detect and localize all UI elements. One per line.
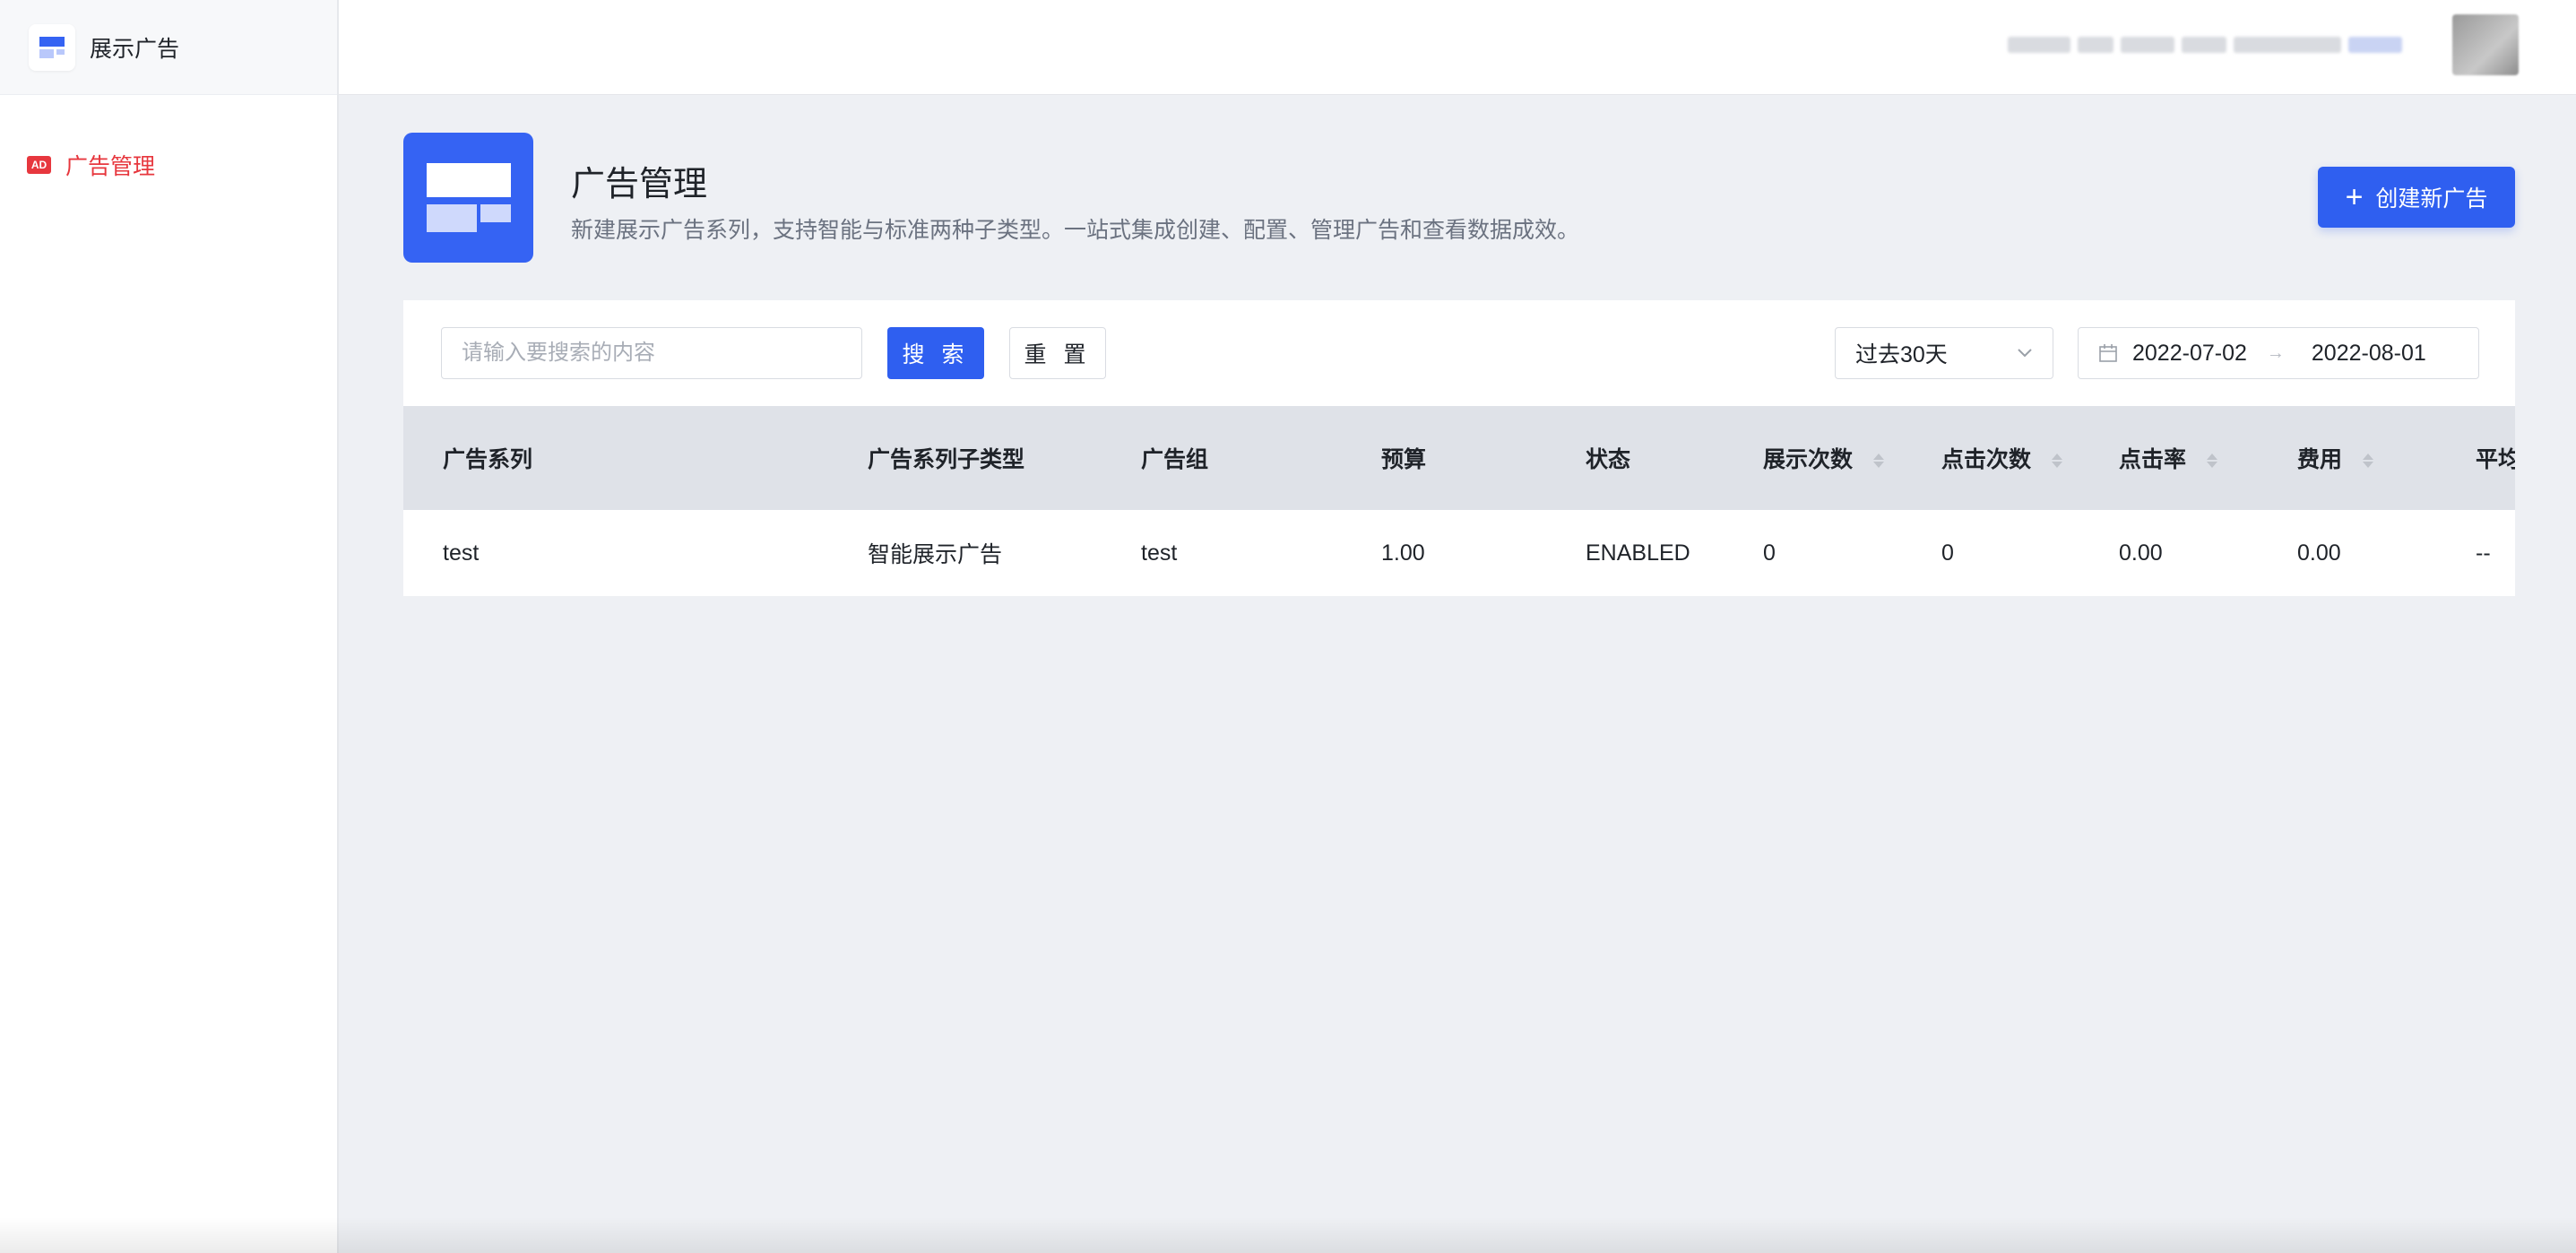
column-header-status: 状态 <box>1586 447 1631 472</box>
date-start[interactable]: 2022-07-02 <box>2132 341 2247 367</box>
cell-ad-group[interactable]: test <box>1141 540 1177 566</box>
search-button[interactable]: 搜 索 <box>887 327 984 379</box>
create-ad-button[interactable]: + 创建新广告 <box>2318 167 2515 228</box>
column-header-ctr[interactable]: 点击率 <box>2119 442 2217 474</box>
cell-ctr: 0.00 <box>2119 540 2163 566</box>
column-header-subtype: 广告系列子类型 <box>868 447 1025 472</box>
period-select[interactable]: 过去30天 <box>1835 327 2053 379</box>
column-header-label: 点击率 <box>2119 447 2187 472</box>
search-input[interactable] <box>441 327 862 379</box>
sort-icon <box>2206 454 2217 469</box>
ad-icon: AD <box>27 156 51 174</box>
calendar-icon <box>2099 344 2117 362</box>
sidebar: 展示广告 AD 广告管理 <box>0 0 339 1253</box>
column-header-cost[interactable]: 费用 <box>2297 442 2373 474</box>
window-bottom-shadow <box>0 1217 2576 1253</box>
main-content: 广告管理 新建展示广告系列，支持智能与标准两种子类型。一站式集成创建、配置、管理… <box>403 133 2515 596</box>
cell-clicks: 0 <box>1941 540 1954 566</box>
arrow-right-icon: → <box>2266 342 2285 363</box>
column-header-label: 展示次数 <box>1763 447 1854 472</box>
column-header-label: 点击次数 <box>1941 447 2032 472</box>
user-info-redacted <box>2008 36 2420 54</box>
brand-title: 展示广告 <box>90 36 180 62</box>
reset-button[interactable]: 重 置 <box>1009 327 1106 379</box>
cell-subtype: 智能展示广告 <box>868 542 1003 567</box>
display-ad-icon <box>403 133 533 263</box>
cell-status: ENABLED <box>1586 540 1690 566</box>
brand-header: 展示广告 <box>0 0 337 95</box>
date-range-picker[interactable]: 2022-07-02 → 2022-08-01 <box>2078 327 2479 379</box>
ad-table: 广告系列 广告系列子类型 广告组 预算 状态 展示次数 点击次数 点击率 费用 … <box>403 406 2515 596</box>
date-end[interactable]: 2022-08-01 <box>2312 341 2426 367</box>
avatar[interactable] <box>2452 14 2519 75</box>
plus-icon: + <box>2345 180 2364 214</box>
column-header-clicks[interactable]: 点击次数 <box>1941 442 2062 474</box>
sort-icon <box>2051 454 2062 469</box>
chevron-down-icon <box>2018 349 2032 358</box>
cell-campaign[interactable]: test <box>443 540 479 566</box>
sort-icon <box>2362 454 2373 469</box>
sidebar-item-label: 广告管理 <box>65 154 156 179</box>
create-ad-label: 创建新广告 <box>2375 186 2488 212</box>
cell-impressions: 0 <box>1763 540 1776 566</box>
ad-list-panel: 搜 索 重 置 过去30天 2022-07-02 → 2022-08-01 广告… <box>403 300 2515 596</box>
column-header-ad-group: 广告组 <box>1141 447 1209 472</box>
table-header: 广告系列 广告系列子类型 广告组 预算 状态 展示次数 点击次数 点击率 费用 … <box>403 406 2515 510</box>
column-header-average: 平均 <box>2476 447 2515 472</box>
period-value: 过去30天 <box>1855 342 1948 367</box>
cell-budget: 1.00 <box>1381 540 1425 566</box>
top-bar <box>339 0 2576 95</box>
column-header-label: 费用 <box>2297 447 2343 472</box>
sidebar-item-ad-management[interactable]: AD 广告管理 <box>0 145 337 185</box>
cell-cost: 0.00 <box>2297 540 2341 566</box>
column-header-campaign: 广告系列 <box>443 447 533 472</box>
column-header-impressions[interactable]: 展示次数 <box>1763 442 1884 474</box>
page-title: 广告管理 <box>571 166 708 203</box>
page-description: 新建展示广告系列，支持智能与标准两种子类型。一站式集成创建、配置、管理广告和查看… <box>571 218 1580 243</box>
table-row[interactable]: test 智能展示广告 test 1.00 ENABLED 0 0 0.00 0… <box>403 510 2515 596</box>
display-ad-logo-icon <box>29 23 75 71</box>
sort-icon <box>1872 454 1884 469</box>
cell-average: -- <box>2476 540 2491 566</box>
column-header-budget: 预算 <box>1381 447 1427 472</box>
page-header: 广告管理 新建展示广告系列，支持智能与标准两种子类型。一站式集成创建、配置、管理… <box>403 133 2515 263</box>
